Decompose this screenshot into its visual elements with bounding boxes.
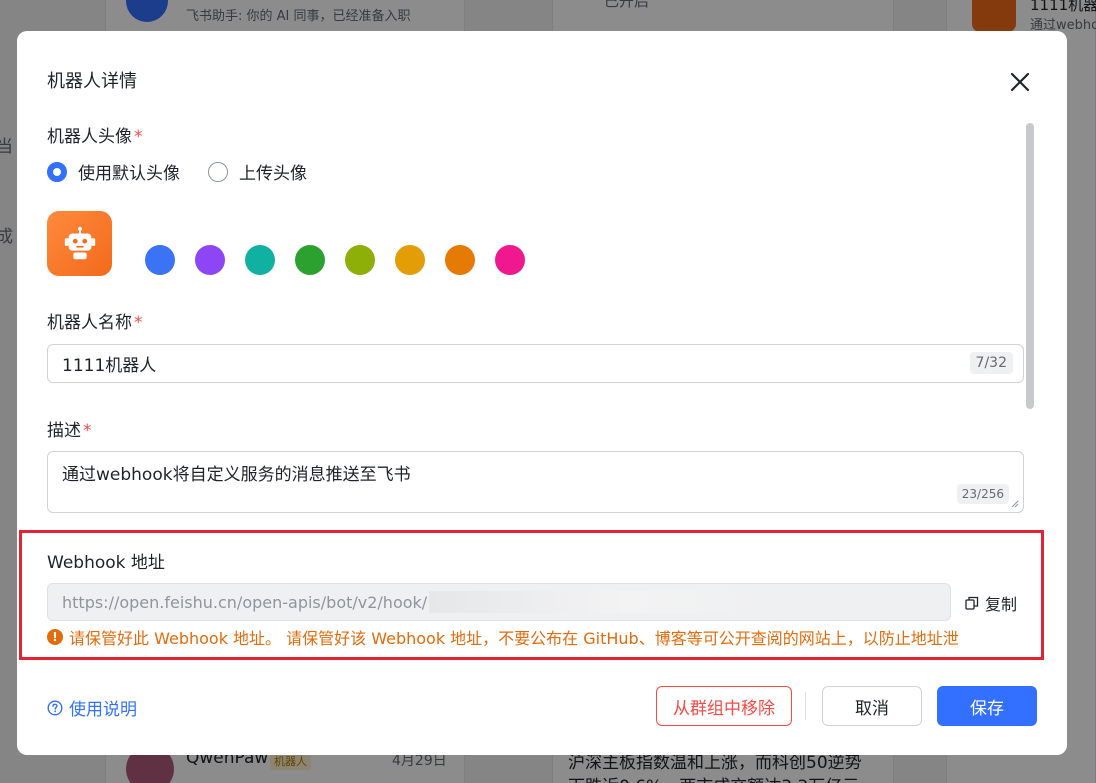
radio-checked-icon [47, 161, 67, 182]
description-field-label: 描述 * [47, 416, 92, 441]
description-char-counter: 23/256 [956, 484, 1009, 504]
help-link[interactable]: 使用说明 [47, 695, 137, 720]
color-swatch-olive[interactable] [345, 245, 375, 275]
blurred-token [429, 591, 760, 613]
required-mark: * [83, 421, 92, 441]
description-value: 通过webhook将自定义服务的消息推送至飞书 [62, 465, 411, 485]
avatar-field-label: 机器人头像 * [47, 122, 143, 147]
color-swatch-amber[interactable] [395, 245, 425, 275]
radio-upload-avatar[interactable]: 上传头像 [208, 159, 307, 184]
radio-default-avatar[interactable]: 使用默认头像 [47, 159, 180, 184]
bot-name-input[interactable]: 1111机器人 7/32 [47, 344, 1024, 383]
bot-detail-dialog: 机器人详情 机器人头像 * 使用默认头像 上传头像 机器人名称 * 1111机器… [17, 31, 1067, 755]
avatar-radio-group: 使用默认头像 上传头像 [47, 159, 335, 184]
question-circle-icon [47, 699, 63, 716]
cancel-button[interactable]: 取消 [822, 686, 922, 726]
name-label-text: 机器人名称 [47, 313, 132, 333]
copy-button[interactable]: 复制 [965, 591, 1017, 615]
color-swatch-blue[interactable] [145, 245, 175, 275]
color-swatch-teal[interactable] [245, 245, 275, 275]
radio-label: 上传头像 [239, 164, 307, 184]
help-link-label: 使用说明 [69, 700, 137, 720]
color-swatch-purple[interactable] [195, 245, 225, 275]
avatar-label-text: 机器人头像 [47, 127, 132, 147]
close-icon[interactable] [1005, 67, 1035, 97]
webhook-label: Webhook 地址 [47, 553, 165, 573]
webhook-url-field[interactable]: https://open.feishu.cn/open-apis/bot/v2/… [47, 583, 951, 621]
color-swatch-green[interactable] [295, 245, 325, 275]
name-char-counter: 7/32 [969, 352, 1013, 374]
dialog-title: 机器人详情 [47, 71, 137, 92]
button-divider [805, 692, 806, 720]
remove-from-group-button[interactable]: 从群组中移除 [656, 686, 792, 726]
robot-icon [64, 226, 95, 259]
warning-icon: ! [47, 629, 63, 645]
save-button[interactable]: 保存 [937, 686, 1037, 726]
description-textarea[interactable]: 通过webhook将自定义服务的消息推送至飞书 23/256 [47, 451, 1024, 513]
bot-name-value: 1111机器人 [62, 356, 157, 376]
copy-label: 复制 [985, 595, 1018, 614]
radio-unchecked-icon [208, 161, 228, 182]
color-swatch-orange[interactable] [445, 245, 475, 275]
name-field-label: 机器人名称 * [47, 308, 143, 333]
required-mark: * [134, 127, 143, 147]
resize-handle-icon[interactable] [1011, 500, 1019, 508]
webhook-warning: ! 请保管好此 Webhook 地址。 请保管好该 Webhook 地址，不要公… [47, 625, 1022, 649]
required-mark: * [134, 313, 143, 333]
color-swatch-pink[interactable] [495, 245, 525, 275]
description-label-text: 描述 [47, 421, 81, 441]
bot-avatar-preview [47, 211, 112, 276]
webhook-url-text: https://open.feishu.cn/open-apis/bot/v2/… [62, 592, 428, 612]
dialog-scrollbar[interactable] [1026, 123, 1034, 409]
warning-text: 请保管好此 Webhook 地址。 请保管好该 Webhook 地址，不要公布在… [69, 629, 959, 648]
radio-label: 使用默认头像 [78, 164, 180, 184]
copy-icon [965, 596, 979, 610]
